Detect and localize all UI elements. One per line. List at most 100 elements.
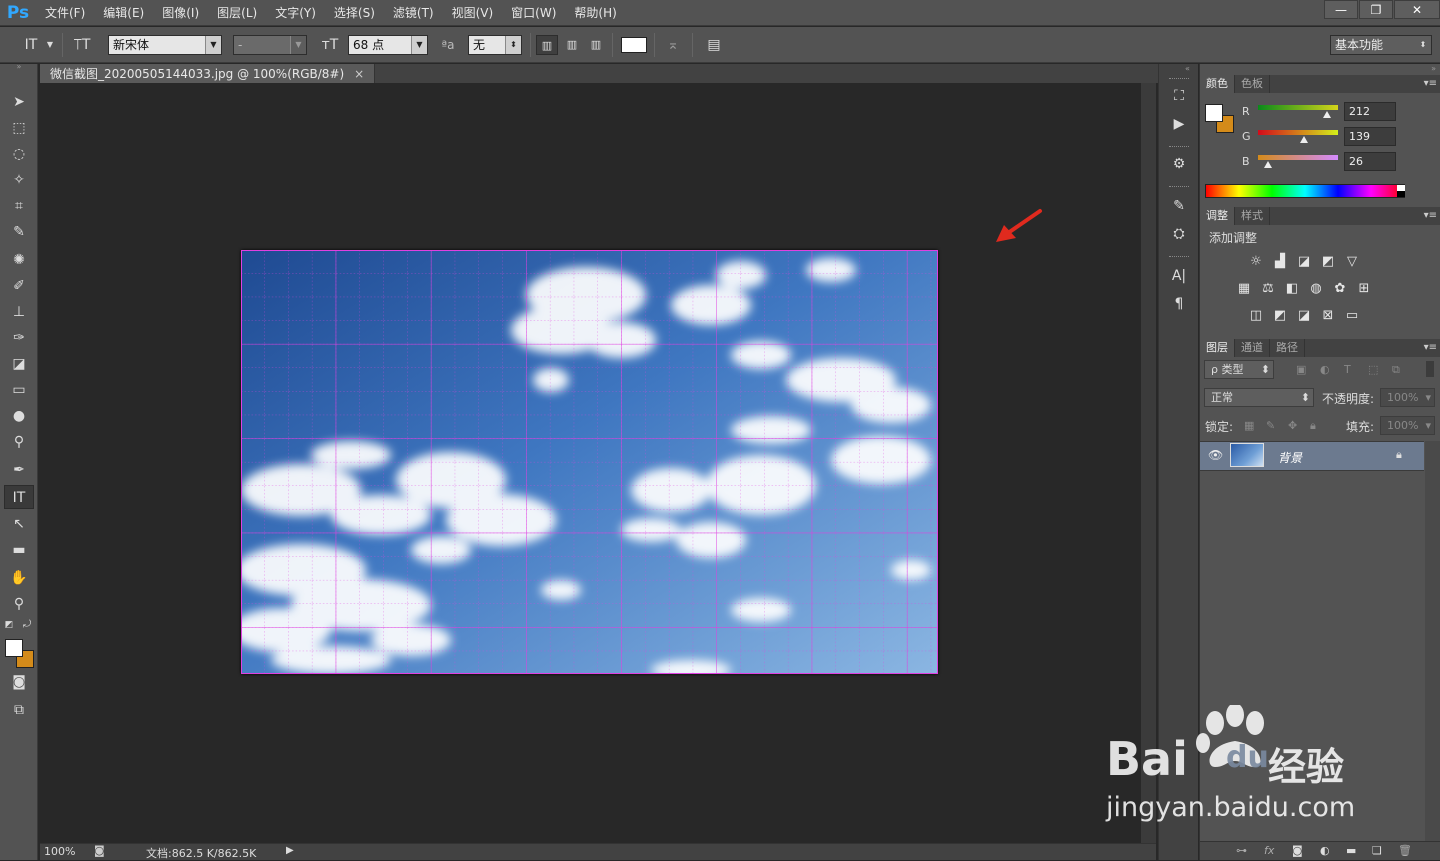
layers-scrollbar[interactable] bbox=[1425, 441, 1440, 841]
actions-play-icon[interactable]: ▶ bbox=[1163, 112, 1195, 136]
filter-toggle[interactable] bbox=[1426, 361, 1434, 377]
channel-mixer-icon[interactable]: ✿ bbox=[1330, 280, 1350, 298]
dodge-tool-icon[interactable]: ⚲ bbox=[4, 430, 34, 454]
filter-shape-icon[interactable]: ⬚ bbox=[1368, 363, 1378, 376]
filter-type-icon[interactable]: T bbox=[1344, 363, 1351, 376]
menu-edit[interactable]: 编辑(E) bbox=[94, 0, 153, 26]
filter-smart-object-icon[interactable]: ⧉ bbox=[1392, 363, 1400, 377]
character-panel-icon[interactable]: ▤ bbox=[702, 35, 726, 55]
red-slider-thumb[interactable] bbox=[1323, 111, 1331, 118]
blur-tool-icon[interactable]: ● bbox=[4, 404, 34, 428]
stamp-tool-icon[interactable]: ⊥ bbox=[4, 300, 34, 324]
new-layer-icon[interactable]: ❏ bbox=[1372, 844, 1382, 857]
align-center-icon[interactable]: ▥ bbox=[561, 35, 583, 55]
brush-tool-icon[interactable]: ✐ bbox=[4, 274, 34, 298]
menu-filter[interactable]: 滤镜(T) bbox=[384, 0, 443, 26]
hue-saturation-icon[interactable]: ▦ bbox=[1234, 280, 1254, 298]
lock-transparent-icon[interactable]: ▦ bbox=[1244, 419, 1254, 432]
blend-mode-select[interactable]: 正常 ⬍ bbox=[1204, 388, 1314, 407]
eraser-tool-icon[interactable]: ◪ bbox=[4, 352, 34, 376]
invert-icon[interactable]: ◫ bbox=[1246, 307, 1266, 325]
brightness-icon[interactable]: ☼ bbox=[1246, 253, 1266, 271]
gradient-map-icon[interactable]: ▭ bbox=[1342, 307, 1362, 325]
chevron-down-icon[interactable]: ▼ bbox=[44, 35, 56, 55]
blue-slider[interactable] bbox=[1258, 155, 1338, 160]
align-right-icon[interactable]: ▥ bbox=[585, 35, 607, 55]
menu-file[interactable]: 文件(F) bbox=[36, 0, 94, 26]
close-button[interactable]: ✕ bbox=[1394, 0, 1440, 19]
red-value-field[interactable]: 212 bbox=[1344, 102, 1396, 121]
photo-filter-icon[interactable]: ◍ bbox=[1306, 280, 1326, 298]
font-size-select[interactable]: 68 点 ▼ bbox=[348, 35, 428, 55]
text-color-swatch[interactable] bbox=[621, 37, 647, 53]
tab-styles[interactable]: 样式 bbox=[1235, 207, 1270, 225]
properties-icon[interactable]: ⚙ bbox=[1163, 152, 1195, 176]
paragraph-icon[interactable]: ¶ bbox=[1163, 292, 1195, 316]
dock-grip[interactable] bbox=[1169, 78, 1189, 81]
document-image[interactable] bbox=[241, 250, 938, 674]
anti-alias-select[interactable]: 无 ⬍ bbox=[468, 35, 522, 55]
marquee-tool-icon[interactable]: ⬚ bbox=[4, 116, 34, 140]
history-brush-tool-icon[interactable]: ✑ bbox=[4, 326, 34, 350]
tab-adjustments[interactable]: 调整 bbox=[1200, 207, 1235, 225]
menu-layer[interactable]: 图层(L) bbox=[208, 0, 266, 26]
threshold-icon[interactable]: ◪ bbox=[1294, 307, 1314, 325]
type-tool-preset-icon[interactable]: ⅠT bbox=[18, 35, 44, 55]
opacity-field[interactable]: 100% ▾ bbox=[1380, 388, 1435, 407]
font-style-select[interactable]: - ▼ bbox=[233, 35, 307, 55]
eyedropper-tool-icon[interactable]: ✎ bbox=[4, 220, 34, 244]
dock-grip[interactable] bbox=[1169, 256, 1189, 259]
layer-style-icon[interactable]: fx bbox=[1264, 844, 1274, 857]
green-slider[interactable] bbox=[1258, 130, 1338, 135]
fill-field[interactable]: 100% ▾ bbox=[1380, 416, 1435, 435]
magic-wand-tool-icon[interactable]: ✧ bbox=[4, 168, 34, 192]
menu-image[interactable]: 图像(I) bbox=[153, 0, 208, 26]
crop-tool-icon[interactable]: ⌗ bbox=[4, 194, 34, 218]
pen-tool-icon[interactable]: ✒ bbox=[4, 458, 34, 482]
collapse-icon[interactable]: « bbox=[1185, 64, 1190, 73]
rectangle-tool-icon[interactable]: ▬ bbox=[4, 538, 34, 562]
dock-grip[interactable] bbox=[1169, 186, 1189, 189]
foreground-color-swatch[interactable] bbox=[1205, 104, 1223, 122]
align-left-icon[interactable]: ▥ bbox=[536, 35, 558, 55]
zoom-tool-icon[interactable]: ⚲ bbox=[4, 592, 34, 616]
minimize-button[interactable]: — bbox=[1324, 0, 1358, 19]
levels-icon[interactable]: ▟ bbox=[1270, 253, 1290, 271]
status-info-icon[interactable]: ◙ bbox=[94, 844, 105, 857]
quick-mask-icon[interactable]: ◙ bbox=[4, 670, 34, 694]
hand-tool-icon[interactable]: ✋ bbox=[4, 566, 34, 590]
panel-menu-icon[interactable]: ▾≡ bbox=[1424, 75, 1437, 93]
new-group-icon[interactable]: ▬ bbox=[1346, 844, 1356, 857]
tab-layers[interactable]: 图层 bbox=[1200, 339, 1235, 357]
warp-text-icon[interactable]: ⌅ bbox=[662, 35, 684, 55]
curves-icon[interactable]: ◪ bbox=[1294, 253, 1314, 271]
green-value-field[interactable]: 139 bbox=[1344, 127, 1396, 146]
gradient-tool-icon[interactable]: ▭ bbox=[4, 378, 34, 402]
lasso-tool-icon[interactable]: ◌ bbox=[4, 142, 34, 166]
collapse-icon[interactable]: » bbox=[4, 62, 34, 72]
black-white-icon[interactable]: ◧ bbox=[1282, 280, 1302, 298]
menu-select[interactable]: 选择(S) bbox=[325, 0, 384, 26]
default-colors-icon[interactable]: ◩ bbox=[2, 618, 16, 632]
play-icon[interactable]: ▶ bbox=[286, 845, 294, 856]
layer-row-background[interactable]: 👁︎ 背景 🔒︎ bbox=[1200, 441, 1424, 471]
tab-swatches[interactable]: 色板 bbox=[1235, 75, 1270, 93]
menu-help[interactable]: 帮助(H) bbox=[565, 0, 625, 26]
tab-paths[interactable]: 路径 bbox=[1270, 339, 1305, 357]
dock-grip[interactable] bbox=[1169, 146, 1189, 149]
black-swatch[interactable] bbox=[1397, 191, 1405, 197]
color-lookup-icon[interactable]: ⊞ bbox=[1354, 280, 1374, 298]
menu-type[interactable]: 文字(Y) bbox=[266, 0, 325, 26]
panel-menu-icon[interactable]: ▾≡ bbox=[1424, 207, 1437, 225]
new-adjustment-icon[interactable]: ◐ bbox=[1320, 844, 1330, 857]
path-selection-tool-icon[interactable]: ↖ bbox=[4, 512, 34, 536]
layer-filter-select[interactable]: ρ 类型 ⬍ bbox=[1204, 360, 1274, 379]
tab-channels[interactable]: 通道 bbox=[1235, 339, 1270, 357]
close-tab-icon[interactable]: × bbox=[354, 67, 364, 81]
blue-slider-thumb[interactable] bbox=[1264, 161, 1272, 168]
color-spectrum-bar[interactable] bbox=[1205, 184, 1405, 198]
menu-view[interactable]: 视图(V) bbox=[443, 0, 503, 26]
character-icon[interactable]: A| bbox=[1163, 264, 1195, 288]
workspace-select[interactable]: 基本功能 ⬍ bbox=[1330, 35, 1432, 55]
filter-adjustment-icon[interactable]: ◐ bbox=[1320, 363, 1330, 376]
